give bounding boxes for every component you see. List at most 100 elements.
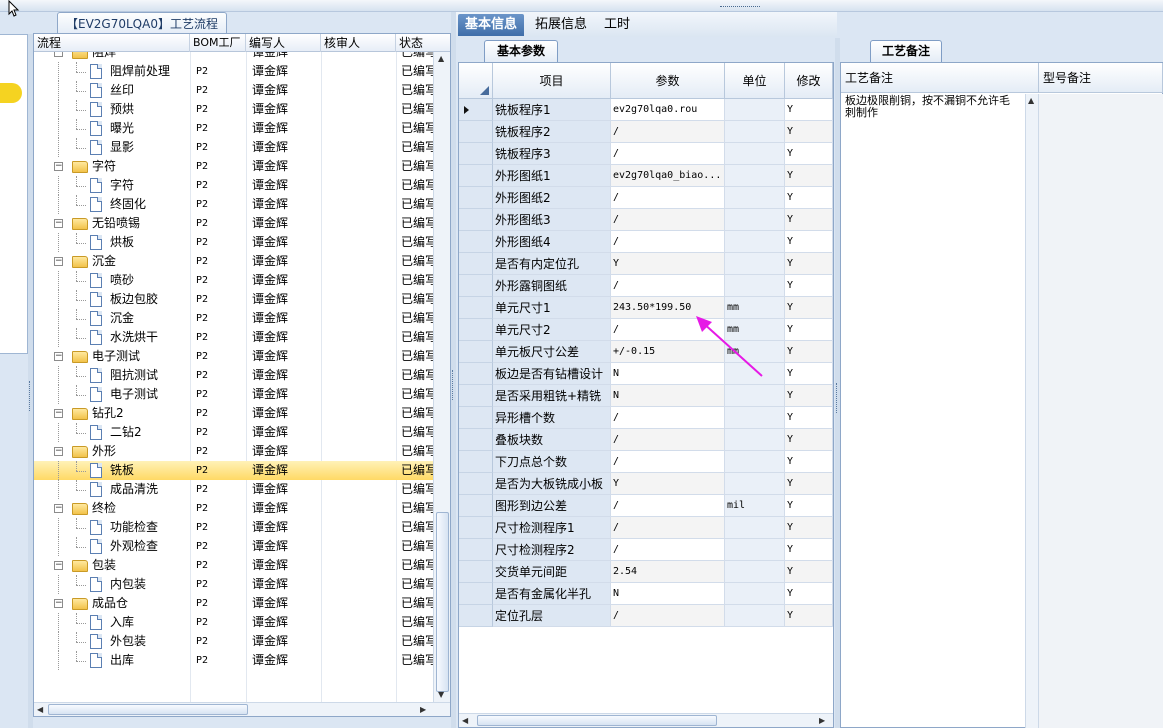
param-modify-flag[interactable]: Y [785,165,833,187]
grid-row[interactable]: 外形图纸4/ Y [459,231,833,253]
tree-folder-row[interactable]: − 无铅喷锡 P2 谭金辉 已编写 [34,214,434,233]
collapse-toggle-icon[interactable]: − [54,504,63,513]
param-unit[interactable] [725,385,785,407]
grid-row[interactable]: 铣板程序2/ Y [459,121,833,143]
grid-row[interactable]: 是否有金属化半孔 N Y [459,583,833,605]
grid-row[interactable]: 叠板块数 / Y [459,429,833,451]
grid-row[interactable]: 是否采用粗铣+精铣 N Y [459,385,833,407]
scroll-up-icon[interactable]: ▲ [438,52,444,65]
param-modify-flag[interactable]: Y [785,275,833,297]
param-unit[interactable] [725,209,785,231]
collapse-toggle-icon[interactable]: − [54,447,63,456]
tree-folder-row[interactable]: − 钻孔2 P2 谭金辉 已编写 [34,404,434,423]
param-modify-flag[interactable]: Y [785,231,833,253]
collapse-toggle-icon[interactable]: − [54,52,63,57]
param-unit[interactable] [725,539,785,561]
row-indicator[interactable] [459,429,493,451]
param-modify-flag[interactable]: Y [785,473,833,495]
param-unit[interactable] [725,121,785,143]
grid-row[interactable]: 外形图纸3/ Y [459,209,833,231]
col-header-unit[interactable]: 单位 [725,63,785,99]
tree-item-row[interactable]: 成品清洗 P2 谭金辉 已编写 [34,480,434,499]
tree-item-row[interactable]: 外包装 P2 谭金辉 已编写 [34,632,434,651]
process-tree-tab[interactable]: 【EV2G70LQA0】工艺流程 [57,12,227,33]
col-header-bom[interactable]: BOM工厂 [190,34,246,52]
row-indicator[interactable] [459,539,493,561]
param-modify-flag[interactable]: Y [785,583,833,605]
collapse-toggle-icon[interactable]: − [54,409,63,418]
tree-item-row[interactable]: 显影 P2 谭金辉 已编写 [34,138,434,157]
grid-horizontal-scrollbar[interactable]: ◀ ▶ [459,713,833,727]
tree-item-row[interactable]: 功能检查 P2 谭金辉 已编写 [34,518,434,537]
scroll-thumb[interactable] [436,512,449,692]
row-indicator[interactable] [459,473,493,495]
tree-item-row[interactable]: 电子测试 P2 谭金辉 已编写 [34,385,434,404]
param-unit[interactable]: mil [725,495,785,517]
param-value[interactable]: / [611,605,725,627]
tab-basic-params[interactable]: 基本参数 [484,40,558,62]
tab-basic-info[interactable]: 基本信息 [458,14,525,36]
param-unit[interactable] [725,187,785,209]
collapse-toggle-icon[interactable]: − [54,561,63,570]
row-indicator[interactable] [459,99,493,121]
tree-item-row[interactable]: 阻焊前处理 P2 谭金辉 已编写 [34,62,434,81]
param-value[interactable]: / [611,451,725,473]
row-indicator[interactable] [459,363,493,385]
grid-row[interactable]: 尺寸检测程序2/ Y [459,539,833,561]
param-modify-flag[interactable]: Y [785,495,833,517]
grid-row[interactable]: 下刀点总个数 / Y [459,451,833,473]
grid-row[interactable]: 是否为大板铣成小板 Y Y [459,473,833,495]
param-modify-flag[interactable]: Y [785,451,833,473]
collapse-toggle-icon[interactable]: − [54,162,63,171]
tab-work-hours[interactable]: 工时 [597,14,637,36]
col-header-process[interactable]: 流程 [34,34,190,52]
model-remark-cell[interactable] [1039,94,1163,728]
collapse-toggle-icon[interactable]: − [54,599,63,608]
tree-item-row[interactable]: 沉金 P2 谭金辉 已编写 [34,309,434,328]
collapse-toggle-icon[interactable]: − [54,219,63,228]
row-indicator[interactable] [459,495,493,517]
tree-item-row[interactable]: 二钻2 P2 谭金辉 已编写 [34,423,434,442]
row-indicator[interactable] [459,319,493,341]
tree-horizontal-scrollbar[interactable]: ◀ ▶ [34,702,450,716]
param-modify-flag[interactable]: Y [785,143,833,165]
param-value[interactable]: / [611,187,725,209]
tree-item-row[interactable]: 内包装 P2 谭金辉 已编写 [34,575,434,594]
param-modify-flag[interactable]: Y [785,319,833,341]
row-indicator[interactable] [459,253,493,275]
col-header-author[interactable]: 编写人 [246,34,321,52]
grid-row[interactable]: 外形图纸2/ Y [459,187,833,209]
scroll-up-icon[interactable]: ▲ [1028,94,1034,107]
param-unit[interactable] [725,451,785,473]
param-modify-flag[interactable]: Y [785,209,833,231]
param-value[interactable]: ev2g70lqa0.rou [611,99,725,121]
row-indicator[interactable] [459,583,493,605]
grid-row[interactable]: 单元尺寸1 243.50*199.50 mm Y [459,297,833,319]
param-value[interactable]: / [611,231,725,253]
tree-folder-row[interactable]: − 外形 P2 谭金辉 已编写 [34,442,434,461]
param-value[interactable]: / [611,143,725,165]
scroll-left-icon[interactable]: ◀ [37,703,43,716]
param-unit[interactable] [725,275,785,297]
scroll-left-icon[interactable]: ◀ [462,714,468,727]
tree-item-row[interactable]: 字符 P2 谭金辉 已编写 [34,176,434,195]
tree-item-row[interactable]: 终固化 P2 谭金辉 已编写 [34,195,434,214]
param-modify-flag[interactable]: Y [785,341,833,363]
tree-item-row[interactable]: 板边包胶 P2 谭金辉 已编写 [34,290,434,309]
grid-row[interactable]: 定位孔层 / Y [459,605,833,627]
param-modify-flag[interactable]: Y [785,517,833,539]
param-modify-flag[interactable]: Y [785,407,833,429]
tab-extended-info[interactable]: 拓展信息 [528,14,594,36]
tree-folder-row[interactable]: − 沉金 P2 谭金辉 已编写 [34,252,434,271]
param-modify-flag[interactable]: Y [785,187,833,209]
tree-vertical-scrollbar[interactable]: ▲ ▼ [433,52,450,702]
param-value[interactable]: 2.54 [611,561,725,583]
row-indicator[interactable] [459,407,493,429]
param-value[interactable]: / [611,121,725,143]
chat-bubble-icon[interactable] [0,83,22,103]
tree-item-row[interactable]: 曝光 P2 谭金辉 已编写 [34,119,434,138]
param-unit[interactable] [725,231,785,253]
tree-item-row[interactable]: 出库 P2 谭金辉 已编写 [34,651,434,670]
collapse-toggle-icon[interactable]: − [54,352,63,361]
grid-row[interactable]: 铣板程序3/ Y [459,143,833,165]
